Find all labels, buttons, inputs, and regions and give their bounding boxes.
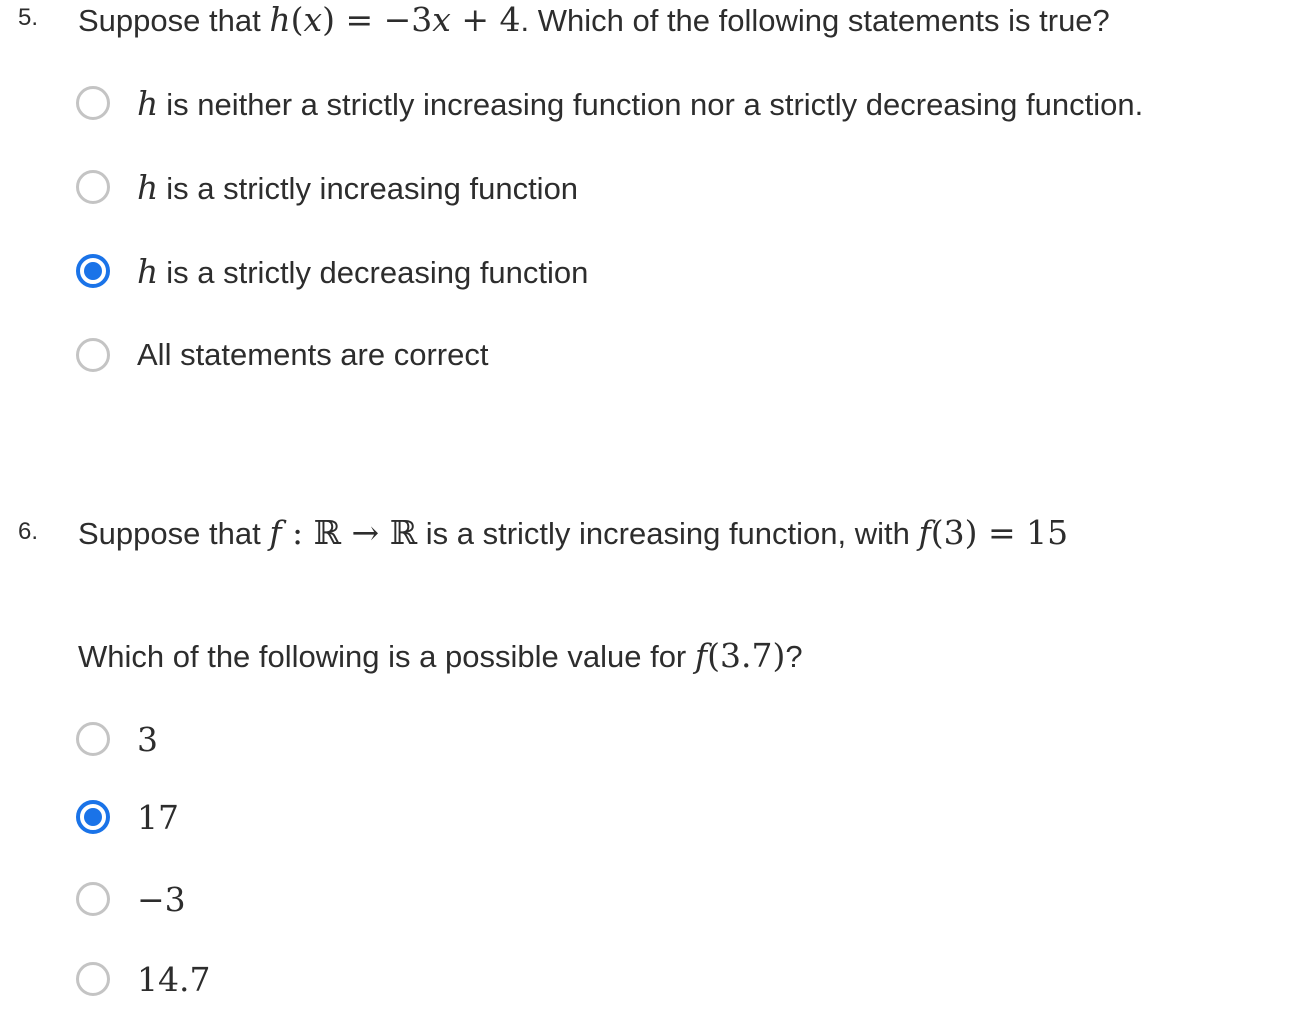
radio-button-selected[interactable] [76,254,110,288]
option-label: −3 [137,879,186,919]
answer-option[interactable]: All statements are correct [76,334,488,376]
math-expression: f : ℝ → ℝ [269,513,418,552]
option-label: h is a strictly increasing function [137,167,579,207]
radio-button[interactable] [76,86,110,120]
option-label: 17 [137,797,179,837]
question-text: Suppose that f : ℝ → ℝ is a strictly inc… [78,513,1069,552]
radio-button[interactable] [76,170,110,204]
answer-option-selected[interactable]: 17 [76,796,179,838]
option-label: All statements are correct [137,337,489,372]
math-expression: h(x) = −3x + 4 [269,0,521,39]
option-label: h is a strictly decreasing function [137,251,589,291]
option-label: 14.7 [137,959,211,999]
option-label: h is neither a strictly increasing functi… [137,83,1144,123]
answer-option[interactable]: 3 [76,718,158,760]
question-number: 6. [18,518,39,545]
radio-button[interactable] [76,962,110,996]
answer-option[interactable]: −3 [76,878,186,920]
option-label: 3 [137,719,158,759]
answer-option-selected[interactable]: h is a strictly decreasing function [76,250,588,292]
radio-button[interactable] [76,882,110,916]
answer-option[interactable]: 14.7 [76,958,210,1000]
math-expression: f(3) = 15 [918,513,1069,552]
answer-option[interactable]: h is neither a strictly increasing functi… [76,82,1143,124]
answer-option[interactable]: h is a strictly increasing function [76,166,578,208]
radio-button[interactable] [76,722,110,756]
radio-button-selected[interactable] [76,800,110,834]
radio-button[interactable] [76,338,110,372]
math-expression: f(3.7) [694,636,786,675]
question-text: Suppose that h(x) = −3x + 4. Which of th… [78,0,1110,39]
question-number: 5. [18,4,39,31]
question-prompt: Which of the following is a possible val… [78,636,803,675]
